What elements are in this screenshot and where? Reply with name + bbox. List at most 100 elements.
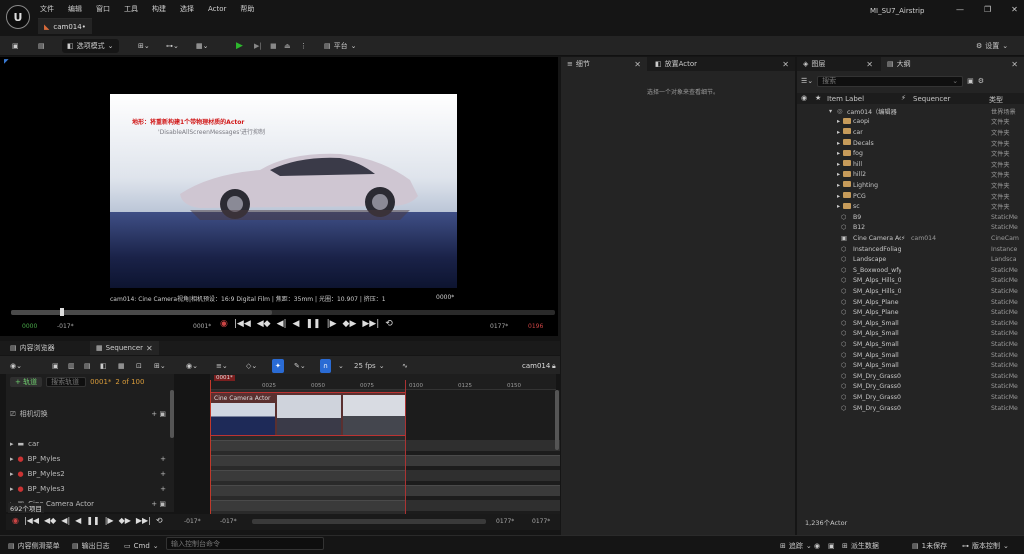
next-frame-icon[interactable]: |▶ xyxy=(327,319,337,329)
current-frame[interactable]: 0001* xyxy=(193,323,211,330)
add-icon[interactable]: + xyxy=(160,455,166,463)
browse-icon[interactable]: ▤ xyxy=(38,39,45,53)
find-icon[interactable]: ▥ xyxy=(68,359,75,373)
menu-window[interactable]: 窗口 xyxy=(96,4,110,14)
loop-icon[interactable]: ⟲ xyxy=(385,319,393,329)
outliner-row[interactable]: ⬡ SM_Alps_Hills_0 StaticMe xyxy=(797,276,1024,287)
outliner-row[interactable]: ⬡ SM_Alps_Small StaticMe xyxy=(797,360,1024,371)
scrubber-handle[interactable] xyxy=(60,308,64,316)
tab-details[interactable]: ≡ 细节 ✕ xyxy=(561,57,647,71)
collapse-icon[interactable]: ▾ xyxy=(829,108,832,115)
track-row-car[interactable]: ▸ ▬ car xyxy=(6,438,174,450)
lock-icon[interactable]: ⊡ xyxy=(136,359,142,373)
expand-icon[interactable]: ▸ xyxy=(837,150,840,157)
add-track-button[interactable]: + 轨道 xyxy=(10,377,43,387)
expand-icon[interactable]: ▸ xyxy=(837,140,840,147)
outliner-search-input[interactable]: 搜索 ⌄ xyxy=(817,75,964,87)
jump-end-icon[interactable]: ▶▶| xyxy=(362,319,379,329)
outliner-row[interactable]: ⬡ S_Boxwood_wfy StaticMe xyxy=(797,265,1024,276)
expand-icon[interactable]: ▸ xyxy=(10,470,14,478)
menu-actor[interactable]: Actor xyxy=(208,5,226,13)
lock-icon[interactable]: 🔒︎ xyxy=(552,359,556,373)
view-start[interactable]: -017* xyxy=(184,518,201,525)
cmd-dropdown[interactable]: ▭ Cmd ⌄ xyxy=(124,539,159,552)
pause-icon[interactable]: ❚❚ xyxy=(86,516,99,525)
content-drawer-button[interactable]: ▤ 内容侧滑菜单 xyxy=(8,539,60,552)
playhead[interactable] xyxy=(210,380,211,520)
expand-icon[interactable]: ▸ xyxy=(10,455,14,463)
outliner-row[interactable]: ▸ sc 文件夹 xyxy=(797,201,1024,212)
track-search-input[interactable]: 搜索轨道 xyxy=(46,377,87,387)
view-end[interactable]: 0177* xyxy=(532,518,550,525)
source-control-button[interactable]: ⊶ 版本控制 ⌄ xyxy=(962,539,1009,552)
tab-content-browser[interactable]: ▤ 内容浏览器 xyxy=(4,341,61,355)
jump-end-icon[interactable]: ▶▶| xyxy=(136,516,151,525)
outliner-row[interactable]: ▸ hill 文件夹 xyxy=(797,159,1024,170)
derived-data-button[interactable]: ⊞ 派生数据 xyxy=(842,539,879,552)
col-type[interactable]: 类型 xyxy=(989,95,1003,105)
fps-dropdown[interactable]: 25 fps ⌄ xyxy=(354,359,385,373)
step-icon[interactable]: ▶| xyxy=(254,39,262,53)
outliner-row[interactable]: ⬡ B12 StaticMe xyxy=(797,223,1024,234)
mode-dropdown[interactable]: ◧ 选项模式 ⌄ xyxy=(62,39,119,53)
filter-icon[interactable]: ≡⌄ xyxy=(216,359,228,373)
outliner-row[interactable]: ▣ Cine Camera Ac ⚡ cam014 CineCam xyxy=(797,233,1024,244)
outliner-row[interactable]: ▸ PCG 文件夹 xyxy=(797,191,1024,202)
start-frame[interactable]: 0000 xyxy=(22,323,37,330)
outliner-row[interactable]: ⬡ SM_Alps_Small StaticMe xyxy=(797,350,1024,361)
close-icon[interactable]: ✕ xyxy=(782,60,789,69)
actions-icon[interactable]: ⊞⌄ xyxy=(154,359,166,373)
tab-sequencer[interactable]: ▦ Sequencer ✕ xyxy=(90,341,159,355)
work-start[interactable]: -017* xyxy=(220,518,237,525)
close-icon[interactable]: ✕ xyxy=(866,60,873,69)
next-frame-icon[interactable]: |▶ xyxy=(105,516,114,525)
output-log-button[interactable]: ▤ 输出日志 xyxy=(72,539,110,552)
record-icon[interactable]: ◉ xyxy=(220,319,228,329)
jump-start-icon[interactable]: |◀◀ xyxy=(24,516,39,525)
work-end[interactable]: 0177* xyxy=(496,518,514,525)
blueprint-icon[interactable]: ⊶⌄ xyxy=(166,39,179,53)
record-icon[interactable]: ◉ xyxy=(12,516,19,525)
close-icon[interactable]: ✕ xyxy=(1011,5,1018,14)
timeline-ruler[interactable]: 0001* 0025 0050 0075 0100 0125 0150 xyxy=(210,374,556,390)
play-icon[interactable]: ▶ xyxy=(236,39,243,53)
next-key-icon[interactable]: ◆▶ xyxy=(119,516,131,525)
track-bar[interactable] xyxy=(210,485,560,496)
settings-icon[interactable]: ⚙ xyxy=(978,77,984,85)
expand-icon[interactable]: ▸ xyxy=(10,485,14,493)
track-row-camera-cut[interactable]: ⎚ 相机切换 + ▣ xyxy=(6,408,174,420)
filter-icon[interactable]: ☰⌄ xyxy=(801,77,813,85)
add-folder-icon[interactable]: ▣ xyxy=(967,77,974,85)
tab-place-actor[interactable]: ◧ 放置Actor ✕ xyxy=(649,57,795,71)
star-icon[interactable]: ★ xyxy=(815,94,821,102)
menu-file[interactable]: 文件 xyxy=(40,4,54,14)
camera-icon[interactable]: ◧ xyxy=(100,359,107,373)
outliner-row[interactable]: ⬡ SM_Dry_Grass0 StaticMe xyxy=(797,371,1024,382)
track-bar[interactable] xyxy=(210,455,560,466)
jump-start-icon[interactable]: |◀◀ xyxy=(234,319,251,329)
add-icon[interactable]: + ▣ xyxy=(151,500,166,508)
key-icon[interactable]: ◇⌄ xyxy=(246,359,257,373)
outliner-row[interactable]: ⬡ SM_Alps_Plane StaticMe xyxy=(797,297,1024,308)
expand-icon[interactable]: ▸ xyxy=(837,182,840,189)
menu-build[interactable]: 构建 xyxy=(152,4,166,14)
outliner-root-row[interactable]: ▾ ◎ cam014（编辑器 世界场景 xyxy=(797,106,1024,117)
timeline-scrollbar[interactable] xyxy=(555,390,559,450)
menu-help[interactable]: 帮助 xyxy=(240,4,254,14)
end-frame[interactable]: 0196 xyxy=(528,323,543,330)
play-options-icon[interactable]: ⋮ xyxy=(300,39,307,53)
outliner-row[interactable]: ⬡ SM_Alps_Small StaticMe xyxy=(797,318,1024,329)
track-scrollbar[interactable] xyxy=(170,390,174,438)
expand-icon[interactable]: ▸ xyxy=(837,171,840,178)
play-reverse-icon[interactable]: ◀ xyxy=(75,516,81,525)
snap-options-icon[interactable]: ⌄ xyxy=(338,359,344,373)
prev-frame-icon[interactable]: ◀| xyxy=(61,516,70,525)
outliner-row[interactable]: ⬡ B9 StaticMe xyxy=(797,212,1024,223)
curve-editor-icon[interactable]: ∿ xyxy=(402,359,408,373)
outliner-row[interactable]: ▸ car 文件夹 xyxy=(797,127,1024,138)
cinematics-icon[interactable]: ▦⌄ xyxy=(196,39,208,53)
range-scrollbar[interactable] xyxy=(252,519,486,524)
out-frame[interactable]: 0177* xyxy=(490,323,508,330)
track-row-bp-myles[interactable]: ▸ ● BP_Myles + xyxy=(6,453,174,465)
frame-field[interactable]: 0001* xyxy=(90,378,111,386)
